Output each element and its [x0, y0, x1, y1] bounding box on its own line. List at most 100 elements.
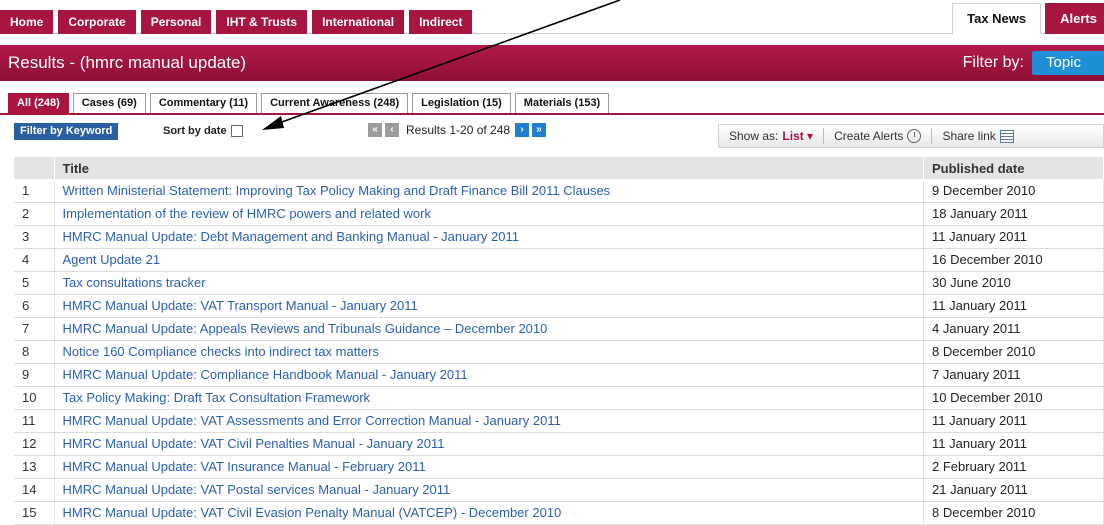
tab-alerts[interactable]: Alerts	[1045, 3, 1104, 34]
table-row: 3 HMRC Manual Update: Debt Management and…	[14, 225, 1104, 249]
row-title-cell: HMRC Manual Update: VAT Transport Manual…	[54, 294, 924, 318]
row-published-date: 10 December 2010	[923, 386, 1104, 410]
row-published-date: 18 January 2011	[923, 202, 1104, 226]
tab-cases[interactable]: Cases (69)	[72, 93, 146, 113]
row-title-cell: Tax Policy Making: Draft Tax Consultatio…	[54, 386, 924, 410]
nav-tab-corporate[interactable]: Corporate	[58, 10, 136, 34]
filter-topic-button[interactable]: Topic	[1032, 51, 1104, 75]
column-header-title[interactable]: Title	[54, 157, 924, 179]
row-published-date: 11 January 2011	[923, 432, 1104, 456]
row-title-cell: HMRC Manual Update: Appeals Reviews and …	[54, 317, 924, 341]
result-title-link[interactable]: Written Ministerial Statement: Improving…	[63, 183, 611, 198]
result-title-link[interactable]: Tax Policy Making: Draft Tax Consultatio…	[63, 390, 371, 405]
result-title-link[interactable]: Notice 160 Compliance checks into indire…	[63, 344, 379, 359]
tab-all[interactable]: All (248)	[8, 93, 69, 113]
nav-tab-iht-trusts[interactable]: IHT & Trusts	[216, 10, 308, 34]
row-published-date: 30 June 2010	[923, 271, 1104, 295]
sort-by-date-label: Sort by date	[163, 125, 227, 137]
row-number: 5	[14, 271, 55, 295]
clock-icon	[907, 129, 922, 143]
result-title-link[interactable]: HMRC Manual Update: Compliance Handbook …	[63, 367, 468, 382]
result-title-link[interactable]: HMRC Manual Update: VAT Civil Penalties …	[63, 436, 445, 451]
row-number: 11	[14, 409, 55, 433]
nav-tab-international[interactable]: International	[312, 10, 405, 34]
row-number: 12	[14, 432, 55, 456]
table-row: 10 Tax Policy Making: Draft Tax Consultat…	[14, 386, 1104, 410]
table-row: 11 HMRC Manual Update: VAT Assessments an…	[14, 409, 1104, 433]
table-row: 5 Tax consultations tracker 30 June 2010	[14, 271, 1104, 295]
row-title-cell: HMRC Manual Update: VAT Civil Evasion Pe…	[54, 501, 924, 525]
table-header-row: Title Published date	[14, 157, 1104, 179]
share-icon	[999, 129, 1014, 143]
result-title-link[interactable]: HMRC Manual Update: VAT Civil Evasion Pe…	[63, 505, 562, 520]
result-title-link[interactable]: HMRC Manual Update: VAT Assessments and …	[63, 413, 561, 428]
results-count: Results 1-20 of 248	[406, 123, 511, 137]
create-alerts-label: Create Alerts	[834, 129, 904, 143]
row-number: 15	[14, 501, 55, 525]
results-actions: Show as: List ▾ Create Alerts Share link	[718, 124, 1104, 148]
nav-tab-home[interactable]: Home	[0, 10, 54, 34]
previous-page-icon[interactable]: ‹	[385, 123, 399, 137]
row-title-cell: Implementation of the review of HMRC pow…	[54, 202, 924, 226]
result-title-link[interactable]: Tax consultations tracker	[63, 275, 206, 290]
row-number: 1	[14, 179, 55, 203]
share-link-button[interactable]: Share link	[931, 128, 1023, 144]
results-table: Title Published date 1 Written Ministeria…	[14, 157, 1104, 525]
result-title-link[interactable]: HMRC Manual Update: VAT Transport Manual…	[63, 298, 418, 313]
table-row: 6 HMRC Manual Update: VAT Transport Manua…	[14, 294, 1104, 318]
table-row: 13 HMRC Manual Update: VAT Insurance Manu…	[14, 455, 1104, 479]
row-title-cell: HMRC Manual Update: Compliance Handbook …	[54, 363, 924, 387]
top-navigation: Home Corporate Personal IHT & Trusts Int…	[0, 0, 1104, 34]
next-page-icon[interactable]: ›	[515, 123, 530, 137]
tab-commentary[interactable]: Commentary (11)	[149, 93, 258, 113]
row-published-date: 4 January 2011	[923, 317, 1104, 341]
row-title-cell: Tax consultations tracker	[54, 271, 924, 295]
row-title-cell: HMRC Manual Update: VAT Assessments and …	[54, 409, 924, 433]
results-title: Results - (hmrc manual update)	[8, 53, 247, 72]
result-title-link[interactable]: HMRC Manual Update: VAT Insurance Manual…	[63, 459, 426, 474]
row-published-date: 16 December 2010	[923, 248, 1104, 272]
row-number: 10	[14, 386, 55, 410]
row-title-cell: Agent Update 21	[54, 248, 924, 272]
result-title-link[interactable]: HMRC Manual Update: Appeals Reviews and …	[63, 321, 548, 336]
sort-by-date: Sort by date	[163, 125, 243, 137]
nav-tab-personal[interactable]: Personal	[140, 10, 212, 34]
row-title-cell: HMRC Manual Update: VAT Civil Penalties …	[54, 432, 924, 456]
results-table-body: 1 Written Ministerial Statement: Improvin…	[14, 179, 1104, 525]
column-header-number	[14, 157, 55, 179]
row-number: 13	[14, 455, 55, 479]
row-number: 3	[14, 225, 55, 249]
show-as-value: List ▾	[782, 129, 814, 143]
row-published-date: 8 December 2010	[923, 501, 1104, 525]
tab-current-awareness[interactable]: Current Awareness (248)	[261, 93, 409, 113]
result-title-link[interactable]: Implementation of the review of HMRC pow…	[63, 206, 432, 221]
create-alerts-button[interactable]: Create Alerts	[823, 128, 931, 144]
last-page-icon[interactable]: »	[532, 123, 547, 137]
show-as-dropdown[interactable]: Show as: List ▾	[719, 128, 823, 144]
tab-legislation[interactable]: Legislation (15)	[412, 93, 511, 113]
tab-materials[interactable]: Materials (153)	[514, 93, 610, 113]
table-row: 12 HMRC Manual Update: VAT Civil Penaltie…	[14, 432, 1104, 456]
section-tabs: Home Corporate Personal IHT & Trusts Int…	[0, 10, 477, 34]
nav-tab-indirect[interactable]: Indirect	[409, 10, 473, 34]
result-title-link[interactable]: HMRC Manual Update: Debt Management and …	[63, 229, 519, 244]
table-row: 14 HMRC Manual Update: VAT Postal service…	[14, 478, 1104, 502]
results-header: Results - (hmrc manual update) Filter by…	[0, 45, 1104, 81]
tab-underline	[0, 113, 1104, 115]
row-number: 14	[14, 478, 55, 502]
result-title-link[interactable]: Agent Update 21	[63, 252, 161, 267]
row-published-date: 2 February 2011	[923, 455, 1104, 479]
row-number: 9	[14, 363, 55, 387]
row-number: 2	[14, 202, 55, 226]
result-title-link[interactable]: HMRC Manual Update: VAT Postal services …	[63, 482, 451, 497]
row-published-date: 8 December 2010	[923, 340, 1104, 364]
tab-tax-news[interactable]: Tax News	[952, 3, 1042, 34]
pagination: « ‹ Results 1-20 of 248 › »	[368, 123, 549, 137]
filter-by-keyword-button[interactable]: Filter by Keyword	[14, 123, 119, 140]
sort-by-date-checkbox[interactable]	[230, 125, 243, 137]
first-page-icon[interactable]: «	[368, 123, 382, 137]
column-header-published-date[interactable]: Published date	[923, 157, 1104, 179]
row-number: 8	[14, 340, 55, 364]
table-row: 4 Agent Update 21 16 December 2010	[14, 248, 1104, 272]
row-published-date: 9 December 2010	[923, 179, 1104, 203]
